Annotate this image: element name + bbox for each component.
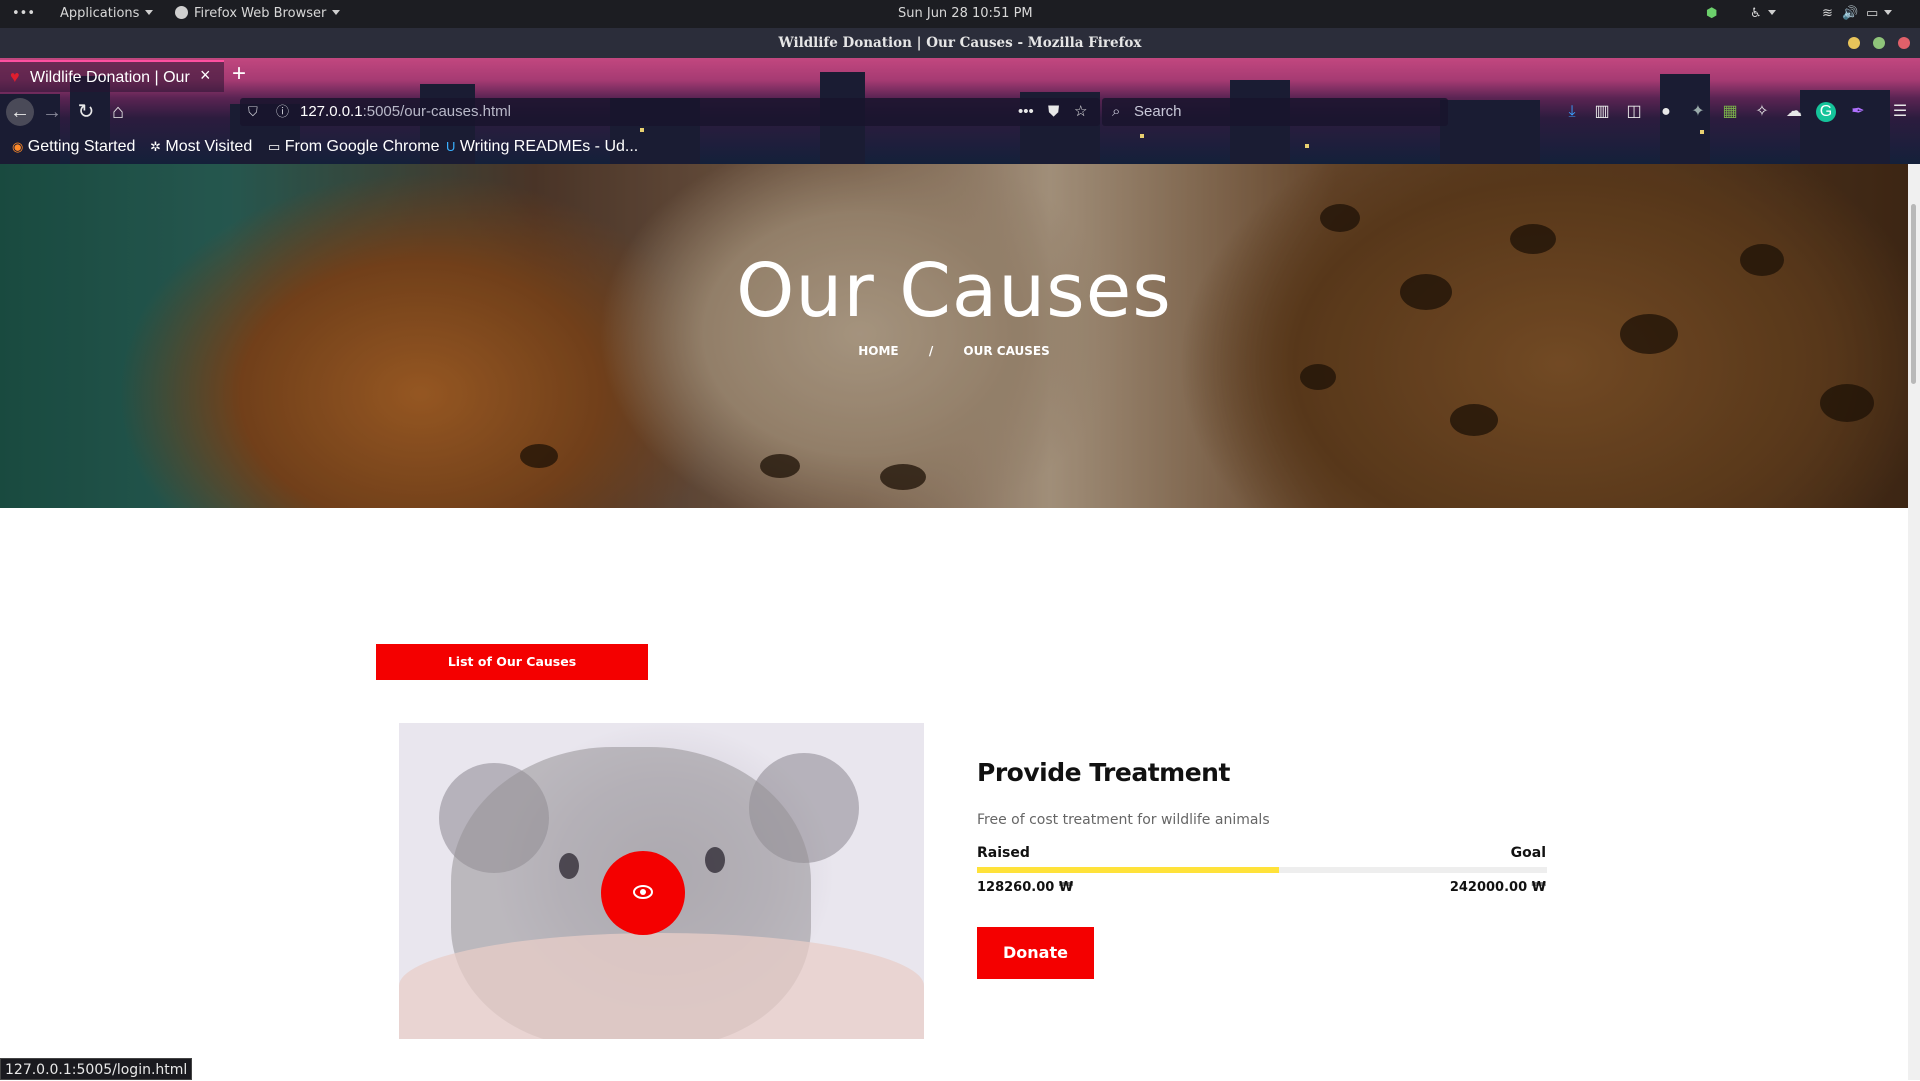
breadcrumb-current: OUR CAUSES (963, 344, 1050, 358)
tab-close-icon[interactable]: × (200, 66, 211, 84)
page-actions-icon[interactable]: ••• (1018, 98, 1034, 126)
new-tab-button[interactable]: + (232, 62, 246, 86)
system-top-bar: ••• Applications Firefox Web Browser Sun… (0, 0, 1920, 28)
minimize-button[interactable] (1848, 37, 1860, 49)
bookmark-label: From Google Chrome (284, 138, 440, 155)
search-bar[interactable]: ⌕ Search (1102, 98, 1448, 126)
applications-label: Applications (60, 6, 140, 21)
reload-button[interactable]: ↻ (72, 98, 100, 126)
activities-dots[interactable]: ••• (12, 6, 35, 21)
site-info-icon[interactable]: ⓘ (276, 98, 289, 126)
bookmark-label: Writing READMEs - Ud... (459, 138, 639, 155)
donation-progress-bar (977, 867, 1547, 873)
gear-icon: ✲ (150, 139, 161, 154)
udacity-icon: U (446, 139, 456, 154)
extension-colorzilla-icon[interactable]: ▦ (1720, 102, 1740, 122)
forward-button[interactable]: → (38, 98, 66, 126)
accessibility-icon[interactable]: ♿ (1750, 6, 1776, 21)
search-icon: ⌕ (1112, 103, 1121, 120)
pocket-icon[interactable]: ⛊ (1048, 98, 1059, 126)
list-of-causes-button[interactable]: List of Our Causes (376, 644, 648, 680)
chevron-down-icon (1884, 10, 1893, 15)
goal-amount: 242000.00 ₩ (1449, 880, 1546, 895)
bookmark-most-visited[interactable]: ✲ Most Visited (150, 138, 252, 156)
tab-title: Wildlife Donation | Our (30, 69, 190, 86)
downloads-icon[interactable]: ⤓ (1562, 102, 1582, 122)
hamburger-menu-icon[interactable]: ☰ (1890, 102, 1910, 122)
raised-label: Raised (977, 845, 1030, 861)
heart-favicon-icon: ♥ (10, 69, 20, 86)
chevron-down-icon (332, 10, 341, 15)
bookmarks-toolbar: ◉ Getting Started ✲ Most Visited ▭ From … (0, 134, 1920, 162)
bookmark-writing-readmes[interactable]: U Writing READMEs - Ud... (446, 138, 638, 156)
url-host: 127.0.0.1 (300, 103, 363, 120)
extension-elephant-icon[interactable]: ✦ (1688, 102, 1708, 122)
hero-banner: Our Causes HOME / OUR CAUSES (0, 164, 1908, 508)
extension-bulb-icon[interactable]: ✧ (1752, 102, 1772, 122)
home-button[interactable]: ⌂ (104, 98, 132, 126)
tracking-shield-icon[interactable]: ⛉ (248, 98, 258, 126)
active-app-label: Firefox Web Browser (194, 6, 327, 21)
applications-menu[interactable]: Applications (60, 6, 154, 21)
cause-title[interactable]: Provide Treatment (977, 758, 1230, 787)
bookmark-star-icon[interactable]: ☆ (1074, 98, 1087, 126)
donation-progress-fill (977, 867, 1280, 873)
close-window-button[interactable] (1898, 37, 1910, 49)
view-cause-button[interactable] (601, 851, 685, 935)
shield-icon[interactable]: ⬢ (1706, 6, 1717, 21)
volume-icon[interactable]: 🔊 (1842, 6, 1858, 21)
folder-icon: ▭ (268, 139, 281, 154)
grammarly-icon[interactable]: G (1816, 102, 1836, 122)
breadcrumb-separator: / (928, 344, 934, 358)
page-title: Our Causes (736, 248, 1172, 334)
sidebar-icon[interactable]: ◫ (1624, 102, 1644, 122)
library-icon[interactable]: ▥ (1592, 102, 1612, 122)
wifi-icon[interactable]: ≋ (1822, 6, 1833, 21)
caretaker-hand (399, 933, 924, 1039)
koala-eye (705, 847, 725, 873)
chevron-down-icon (1767, 10, 1776, 15)
account-icon[interactable]: ● (1656, 102, 1676, 122)
hero-overlay (0, 164, 1908, 508)
firefox-icon (175, 6, 188, 19)
page-scrollbar[interactable] (1908, 164, 1920, 1080)
maximize-button[interactable] (1873, 37, 1885, 49)
window-title: Wildlife Donation | Our Causes - Mozilla… (778, 35, 1142, 51)
goal-label: Goal (1510, 845, 1546, 861)
extension-cloud-icon[interactable]: ☁ (1784, 102, 1804, 122)
scrollbar-thumb[interactable] (1911, 204, 1916, 384)
search-placeholder: Search (1134, 103, 1182, 120)
extension-feather-icon[interactable]: ✒ (1848, 102, 1868, 122)
chevron-down-icon (145, 10, 154, 15)
window-title-bar: Wildlife Donation | Our Causes - Mozilla… (0, 28, 1920, 58)
firefox-icon: ◉ (12, 139, 24, 154)
browser-chrome: ♥ Wildlife Donation | Our × + ← → ↻ ⌂ ⛉ … (0, 58, 1920, 164)
breadcrumb: HOME / OUR CAUSES (0, 344, 1908, 358)
koala-eye (559, 853, 579, 879)
url-text[interactable]: 127.0.0.1:5005/our-causes.html (300, 98, 511, 126)
cause-description: Free of cost treatment for wildlife anim… (977, 812, 1270, 828)
battery-icon[interactable]: ▭ (1866, 6, 1893, 21)
url-path: :5005/our-causes.html (362, 103, 511, 120)
active-app-menu[interactable]: Firefox Web Browser (175, 6, 341, 21)
raised-amount: 128260.00 ₩ (977, 880, 1074, 895)
bookmark-getting-started[interactable]: ◉ Getting Started (12, 138, 135, 156)
url-bar[interactable]: ⛉ ⓘ 127.0.0.1:5005/our-causes.html ••• ⛊… (240, 98, 1100, 126)
page-content: Our Causes HOME / OUR CAUSES List of Our… (0, 164, 1908, 1080)
theme-window-light (640, 128, 644, 132)
bookmark-folder-from-chrome[interactable]: ▭ From Google Chrome (268, 138, 439, 156)
bookmark-label: Getting Started (27, 138, 136, 155)
clock[interactable]: Sun Jun 28 10:51 PM (898, 6, 1033, 21)
donate-button[interactable]: Donate (977, 927, 1094, 979)
back-button[interactable]: ← (6, 98, 34, 126)
cause-image (399, 723, 924, 1039)
status-bar-link: 127.0.0.1:5005/login.html (0, 1058, 193, 1080)
tab-wildlife-donation[interactable]: ♥ Wildlife Donation | Our (0, 60, 224, 92)
eye-icon (633, 885, 653, 899)
bookmark-label: Most Visited (165, 138, 253, 155)
breadcrumb-home-link[interactable]: HOME (858, 344, 898, 358)
